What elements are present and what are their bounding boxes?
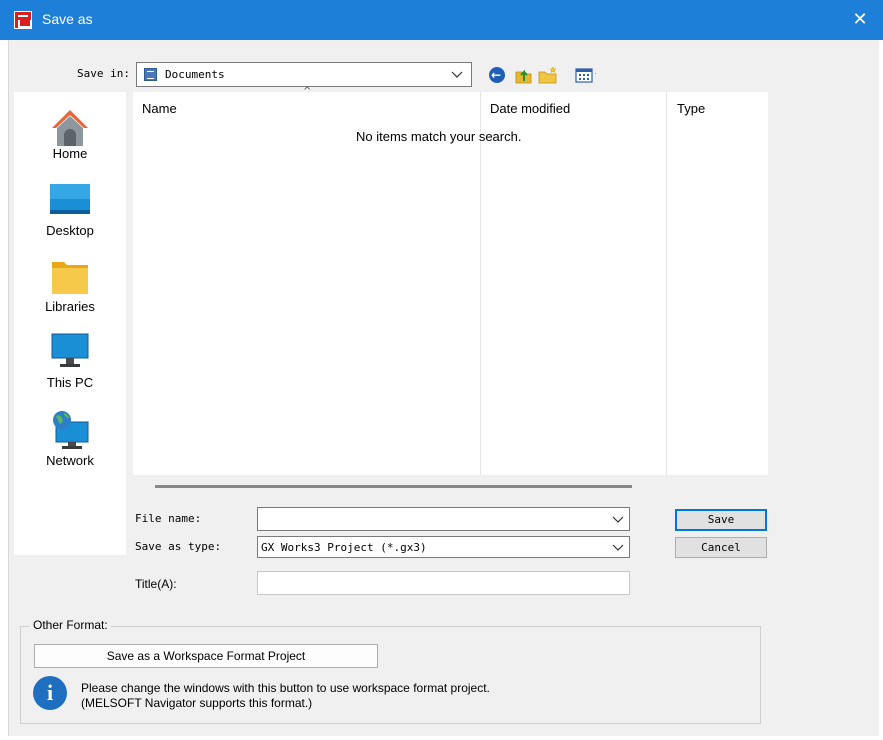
desktop-icon bbox=[50, 184, 90, 214]
save-in-label: Save in: bbox=[77, 67, 130, 80]
view-menu-icon[interactable] bbox=[574, 64, 596, 86]
save-as-workspace-label: Save as a Workspace Format Project bbox=[106, 649, 306, 663]
save-as-type-value: GX Works3 Project (*.gx3) bbox=[261, 541, 427, 554]
horizontal-scrollbar[interactable] bbox=[155, 485, 632, 488]
save-in-value: Documents bbox=[165, 68, 225, 81]
file-list[interactable] bbox=[133, 92, 768, 475]
home-icon bbox=[52, 110, 88, 146]
column-header-type[interactable]: Type bbox=[677, 101, 705, 116]
close-button[interactable]: ✕ bbox=[837, 0, 883, 40]
save-button[interactable]: Save bbox=[675, 509, 767, 531]
column-divider[interactable] bbox=[480, 92, 481, 475]
title-bar: Save as ✕ bbox=[0, 0, 883, 40]
column-header-name[interactable]: Name bbox=[142, 101, 177, 116]
back-icon[interactable]: ← bbox=[487, 64, 509, 86]
place-this-pc[interactable]: This PC bbox=[14, 332, 126, 406]
file-name-combobox[interactable] bbox=[257, 507, 630, 531]
file-name-label: File name: bbox=[135, 512, 202, 525]
cancel-button-label: Cancel bbox=[701, 541, 741, 554]
title-field[interactable] bbox=[257, 571, 630, 595]
places-bar: Home Desktop Libraries This PC Network bbox=[14, 92, 126, 555]
new-folder-icon[interactable] bbox=[536, 64, 558, 86]
info-icon: i bbox=[33, 676, 67, 710]
save-as-workspace-button[interactable]: Save as a Workspace Format Project bbox=[34, 644, 378, 668]
place-libraries[interactable]: Libraries bbox=[14, 258, 126, 332]
save-button-label: Save bbox=[707, 513, 735, 526]
info-text-line1: Please change the windows with this butt… bbox=[81, 681, 490, 695]
libraries-icon bbox=[52, 262, 88, 294]
documents-folder-icon bbox=[144, 68, 157, 81]
save-as-type-label: Save as type: bbox=[135, 540, 222, 553]
network-icon bbox=[53, 411, 89, 449]
empty-list-message: No items match your search. bbox=[356, 129, 522, 144]
save-as-type-select[interactable]: GX Works3 Project (*.gx3) bbox=[257, 536, 630, 558]
this-pc-icon bbox=[51, 333, 89, 367]
place-network[interactable]: Network bbox=[14, 408, 126, 482]
close-icon[interactable]: ✕ bbox=[852, 9, 867, 30]
sort-ascending-icon: ^ bbox=[303, 86, 312, 97]
title-label: Title(A): bbox=[135, 577, 177, 591]
window-title: Save as bbox=[42, 11, 93, 27]
column-header-date-modified[interactable]: Date modified bbox=[490, 101, 570, 116]
info-text-line2: (MELSOFT Navigator supports this format.… bbox=[81, 696, 313, 710]
place-label-libraries: Libraries bbox=[45, 299, 95, 314]
place-label-desktop: Desktop bbox=[46, 223, 94, 238]
place-label-network: Network bbox=[46, 453, 94, 468]
chevron-down-icon[interactable] bbox=[611, 513, 625, 527]
column-divider[interactable] bbox=[666, 92, 667, 475]
place-home[interactable]: Home bbox=[14, 104, 126, 178]
up-folder-icon[interactable] bbox=[512, 64, 534, 86]
app-icon bbox=[14, 11, 32, 29]
chevron-down-icon[interactable] bbox=[611, 541, 625, 555]
place-label-this-pc: This PC bbox=[46, 375, 94, 390]
other-format-legend: Other Format: bbox=[30, 618, 111, 632]
chevron-down-icon[interactable] bbox=[450, 68, 464, 82]
place-desktop[interactable]: Desktop bbox=[14, 182, 126, 256]
cancel-button[interactable]: Cancel bbox=[675, 537, 767, 558]
place-label-home: Home bbox=[52, 146, 88, 161]
